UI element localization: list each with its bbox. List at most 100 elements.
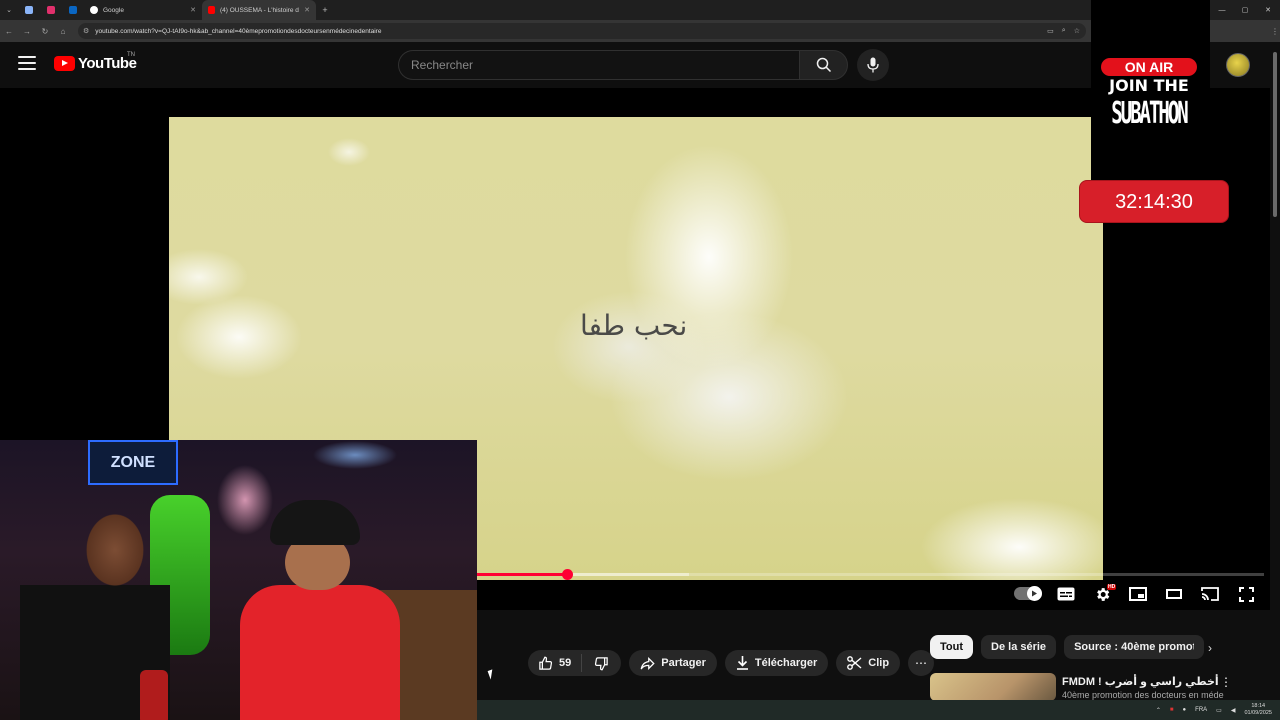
recommendation-chips: Tout De la série Source : 40ème promotio… [930, 635, 1205, 659]
video-options-icon[interactable]: ⋮ [1220, 675, 1232, 689]
tab-google[interactable]: Google ✕ [84, 0, 202, 20]
maximize-icon[interactable]: ▢ [1233, 0, 1257, 20]
fullscreen-button[interactable] [1234, 584, 1258, 604]
menu-icon[interactable] [18, 56, 36, 70]
theater-mode-icon [1166, 589, 1182, 599]
browser-tab-bar: ⌄ Google ✕ (4) OUSSEMA - L'histoire d'un… [0, 0, 1280, 20]
instagram-icon [47, 6, 55, 14]
thumbs-down-icon [595, 656, 608, 670]
voice-search-button[interactable] [857, 49, 889, 81]
windows-taskbar: ⌃ ■ ● FRA ▭ ◀ 18:14 01/09/2025 [477, 700, 1280, 720]
minimize-icon[interactable]: — [1210, 0, 1234, 20]
youtube-header: YouTube TN [0, 42, 1280, 88]
tab-search-icon[interactable]: ⌄ [0, 0, 18, 20]
share-icon [640, 656, 655, 670]
reload-icon[interactable]: ↻ [36, 20, 54, 42]
clock-date: 01/09/2025 [1244, 710, 1272, 716]
youtube-logo[interactable]: YouTube TN [54, 52, 137, 72]
linkedin-icon [69, 6, 77, 14]
network-icon[interactable]: ▭ [1216, 707, 1222, 714]
page-scrollbar[interactable] [1270, 42, 1280, 700]
youtube-icon [208, 6, 215, 14]
search-button[interactable] [799, 50, 848, 80]
tray-app-icon[interactable]: ■ [1170, 707, 1174, 713]
home-icon[interactable]: ⌂ [54, 20, 72, 42]
tab-icon-a [25, 6, 33, 14]
chip-source[interactable]: Source : 40ème promotion des docteurs [1064, 635, 1205, 659]
streamer-right [230, 500, 410, 720]
youtube-play-icon [54, 56, 75, 71]
chip-source-label: Source : 40ème promotion des docteurs [1074, 641, 1194, 653]
clip-button[interactable]: Clip [836, 650, 901, 676]
video-thumbnail[interactable] [930, 673, 1056, 701]
search-box [398, 50, 800, 80]
browser-toolbar: ← → ↻ ⌂ ⚙ youtube.com/watch?v=QJ-tAI9o-h… [0, 20, 1280, 42]
autoplay-toggle[interactable] [1014, 586, 1042, 601]
browser-menu-icon[interactable]: ⋮ [1266, 20, 1280, 42]
close-tab-icon[interactable]: ✕ [304, 6, 310, 14]
close-window-icon[interactable]: ✕ [1256, 0, 1280, 20]
download-button[interactable]: Télécharger [724, 650, 829, 676]
url-text: youtube.com/watch?v=QJ-tAI9o-hk&ab_chann… [95, 27, 382, 35]
microphone-icon[interactable]: ● [1183, 707, 1187, 713]
share-button[interactable]: Partager [629, 650, 717, 676]
volume-icon[interactable]: ◀ [1231, 707, 1236, 714]
scissors-icon [847, 656, 862, 670]
forward-icon[interactable]: → [18, 20, 36, 42]
progress-played [477, 573, 568, 576]
clock-time: 18:14 [1251, 703, 1266, 709]
video-actions: 59 Partager Télécharger Clip ⋯ [528, 650, 935, 678]
subtitles-button[interactable] [1054, 584, 1078, 604]
search-input[interactable] [411, 58, 800, 72]
chevron-up-icon[interactable]: ⌃ [1156, 707, 1161, 714]
chip-all[interactable]: Tout [930, 635, 974, 659]
chip-series[interactable]: De la série [981, 635, 1057, 659]
download-icon [736, 656, 748, 670]
search-icon [816, 57, 831, 73]
close-tab-icon[interactable]: ✕ [190, 6, 196, 14]
tab-pinned-2[interactable] [40, 0, 62, 20]
microphone-icon [867, 57, 879, 73]
site-info-icon[interactable]: ⚙ [83, 27, 89, 35]
scrollbar-thumb[interactable] [1273, 52, 1277, 217]
like-button[interactable]: 59 [528, 654, 583, 672]
back-icon[interactable]: ← [0, 20, 18, 42]
tab-label: (4) OUSSEMA - L'histoire d'une [219, 6, 299, 14]
miniplayer-icon [1129, 587, 1147, 601]
download-label: Télécharger [754, 657, 818, 669]
progress-bar[interactable] [477, 573, 1264, 576]
language-indicator[interactable]: FRA [1195, 707, 1207, 713]
recommended-video-title: FMDM ! أخطي راسي و أضرب [1062, 676, 1219, 688]
dislike-button[interactable] [582, 656, 621, 671]
progress-scrubber[interactable] [562, 569, 573, 580]
tab-pinned-3[interactable] [62, 0, 84, 20]
bookmark-star-icon[interactable]: ☆ [1074, 27, 1080, 35]
miniplayer-button[interactable] [1126, 584, 1150, 604]
share-label: Partager [661, 657, 706, 669]
avatar[interactable] [1226, 53, 1250, 77]
cast-icon[interactable]: ▭ [1047, 27, 1054, 35]
cast-button[interactable] [1198, 584, 1222, 604]
system-clock[interactable]: 18:14 01/09/2025 [1244, 703, 1272, 717]
tab-youtube-active[interactable]: (4) OUSSEMA - L'histoire d'une ✕ [202, 0, 316, 20]
new-tab-button[interactable]: + [316, 5, 334, 15]
recommended-video[interactable]: FMDM ! أخطي راسي و أضرب 40ème promotion … [930, 673, 1270, 701]
neon-sign: ZONE [88, 440, 178, 485]
zoom-icon[interactable]: ⌕ [1062, 27, 1066, 35]
clip-label: Clip [868, 657, 890, 669]
country-code: TN [127, 52, 135, 58]
address-bar[interactable]: ⚙ youtube.com/watch?v=QJ-tAI9o-hk&ab_cha… [78, 23, 1086, 39]
subtitles-icon [1057, 587, 1075, 601]
fullscreen-icon [1238, 586, 1254, 602]
theater-mode-button[interactable] [1162, 584, 1186, 604]
thumbs-up-icon [539, 656, 553, 670]
recommended-video-channel: 40ème promotion des docteurs en méde [1062, 690, 1224, 700]
cup [140, 670, 168, 720]
autoplay-play-icon [1027, 586, 1042, 601]
cast-icon [1201, 587, 1219, 601]
tab-pinned-1[interactable] [18, 0, 40, 20]
chevron-right-icon[interactable]: › [1208, 641, 1212, 655]
google-icon [90, 6, 98, 14]
subathon-timer: 32:14:30 [1079, 180, 1229, 223]
video-caption: نحب طفا [580, 309, 688, 342]
